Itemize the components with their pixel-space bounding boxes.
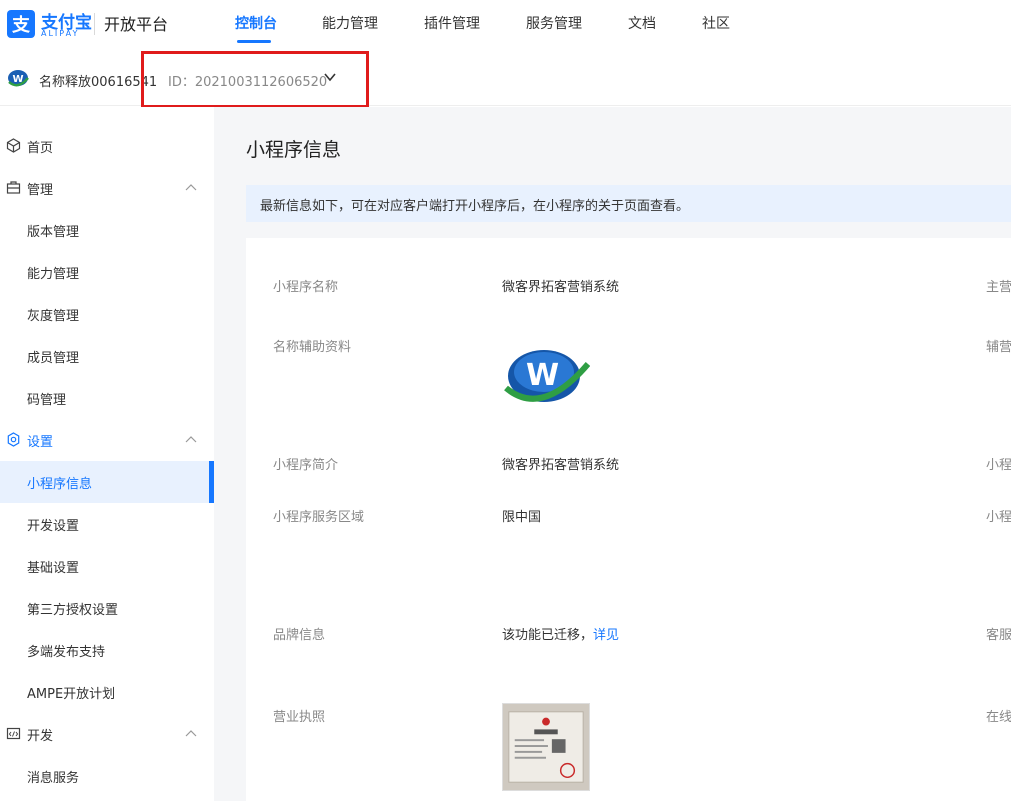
nav-plugin[interactable]: 插件管理 — [424, 13, 480, 33]
sidebar-group-develop[interactable]: 开发 — [0, 713, 214, 755]
sidebar-item-label: 码管理 — [27, 393, 67, 408]
sidebar-item-capability[interactable]: 能力管理 — [0, 251, 214, 293]
sidebar-item-label: 设置 — [27, 435, 54, 450]
brand-details-link[interactable]: 详见 — [593, 628, 619, 643]
field-value-intro: 微客界拓客营销系统 — [502, 458, 620, 473]
sidebar-item-label: 基础设置 — [27, 561, 80, 576]
sidebar-item-miniapp-info[interactable]: 小程序信息 — [0, 461, 214, 503]
field-label-name: 小程序名称 — [273, 280, 339, 295]
field-label-right-5: 客服 — [986, 628, 1011, 643]
sidebar: 首页 管理 版本管理 能力管理 灰度管理 成员管理 码管理 设置 小程序信息 开… — [0, 107, 214, 801]
cube-icon — [6, 138, 21, 153]
sidebar-item-label: 灰度管理 — [27, 309, 80, 324]
sidebar-item-version[interactable]: 版本管理 — [0, 209, 214, 251]
field-label-right-1: 主营 — [986, 280, 1011, 295]
app-avatar-icon: W — [8, 70, 29, 87]
main-content: 小程序信息 最新信息如下，可在对应客户端打开小程序后，在小程序的关于页面查看。 … — [214, 107, 1011, 801]
app-name: 名称释放00616541 — [39, 75, 158, 90]
svg-text:W: W — [13, 74, 24, 85]
sidebar-group-manage[interactable]: 管理 — [0, 167, 214, 209]
brand-name-en: ALIPAY — [41, 29, 80, 38]
alipay-logo-icon[interactable]: 支 — [7, 10, 35, 38]
sidebar-item-label: 版本管理 — [27, 225, 80, 240]
brand-migrated-text: 该功能已迁移， — [502, 628, 594, 643]
sidebar-item-members[interactable]: 成员管理 — [0, 335, 214, 377]
sidebar-item-label: AMPE开放计划 — [27, 687, 116, 702]
sidebar-item-dev-settings[interactable]: 开发设置 — [0, 503, 214, 545]
nav-console[interactable]: 控制台 — [235, 13, 277, 33]
sidebar-item-label: 管理 — [27, 183, 54, 198]
field-label-intro: 小程序简介 — [273, 458, 339, 473]
sidebar-item-label: 开发设置 — [27, 519, 80, 534]
sidebar-item-label: 开发 — [27, 729, 54, 744]
field-value-region: 限中国 — [502, 510, 542, 525]
svg-text:W: W — [526, 358, 559, 393]
sidebar-item-label: 多端发布支持 — [27, 645, 106, 660]
sidebar-item-multi-publish[interactable]: 多端发布支持 — [0, 629, 214, 671]
sidebar-item-message-service[interactable]: 消息服务 — [0, 755, 214, 797]
sidebar-item-label: 小程序信息 — [27, 477, 93, 492]
info-card: 小程序名称 微客界拓客营销系统 名称辅助资料 W 小程序简介 微客界拓客营销系统… — [246, 238, 1011, 801]
chevron-up-icon — [185, 436, 197, 443]
page-title: 小程序信息 — [246, 139, 342, 161]
nav-capability[interactable]: 能力管理 — [322, 13, 378, 33]
code-icon — [6, 727, 21, 740]
field-value-brand: 该功能已迁移，详见 — [502, 624, 619, 643]
field-label-right-3: 小程 — [986, 458, 1011, 473]
svg-text:支: 支 — [11, 14, 31, 36]
sidebar-item-third-party-auth[interactable]: 第三方授权设置 — [0, 587, 214, 629]
sidebar-item-basic-settings[interactable]: 基础设置 — [0, 545, 214, 587]
sidebar-item-ampe[interactable]: AMPE开放计划 — [0, 671, 214, 713]
nav-active-indicator — [237, 40, 271, 43]
field-value-name: 微客界拓客营销系统 — [502, 280, 620, 295]
sidebar-item-label: 成员管理 — [27, 351, 80, 366]
app-logo-image: W — [504, 350, 590, 402]
business-license-image[interactable] — [502, 703, 590, 791]
annotation-highlight-box — [141, 51, 369, 108]
field-label-right-2: 辅营 — [986, 340, 1011, 355]
top-navigation: 支 支付宝 ALIPAY 开放平台 控制台 能力管理 插件管理 服务管理 文档 … — [0, 0, 1011, 50]
sidebar-item-label: 第三方授权设置 — [27, 603, 119, 618]
nav-docs[interactable]: 文档 — [628, 13, 656, 33]
field-label-license: 营业执照 — [273, 710, 326, 725]
sidebar-item-gray-release[interactable]: 灰度管理 — [0, 293, 214, 335]
brand-divider — [94, 13, 95, 35]
sidebar-item-label: 消息服务 — [27, 771, 80, 786]
nav-service[interactable]: 服务管理 — [526, 13, 582, 33]
chevron-up-icon — [185, 730, 197, 737]
platform-title: 开放平台 — [104, 15, 169, 34]
field-label-region: 小程序服务区域 — [273, 510, 365, 525]
chevron-up-icon — [185, 184, 197, 191]
sidebar-item-label: 能力管理 — [27, 267, 80, 282]
field-label-name-doc: 名称辅助资料 — [273, 340, 352, 355]
info-notice: 最新信息如下，可在对应客户端打开小程序后，在小程序的关于页面查看。 — [246, 185, 1011, 222]
gear-icon — [7, 432, 20, 447]
sidebar-group-settings[interactable]: 设置 — [0, 419, 214, 461]
field-label-right-4: 小程 — [986, 510, 1011, 525]
field-label-right-6: 在线 — [986, 710, 1011, 725]
nav-community[interactable]: 社区 — [702, 13, 730, 33]
field-label-brand: 品牌信息 — [273, 628, 326, 643]
sidebar-item-home[interactable]: 首页 — [0, 125, 214, 167]
sidebar-item-label: 首页 — [27, 141, 54, 156]
sidebar-item-code[interactable]: 码管理 — [0, 377, 214, 419]
briefcase-icon — [6, 181, 21, 194]
